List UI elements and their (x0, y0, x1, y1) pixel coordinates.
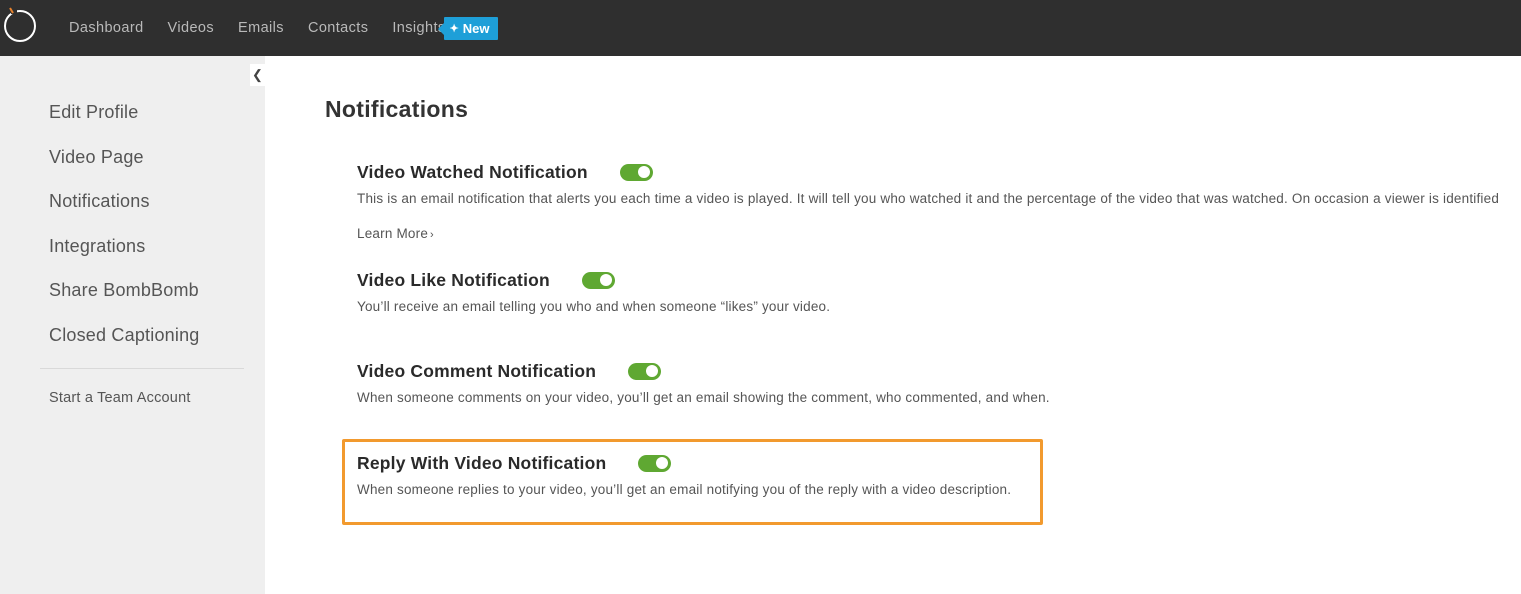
notification-title: Video Watched Notification (357, 161, 588, 182)
collapse-sidebar-button[interactable]: ❮ (250, 64, 265, 86)
notification-video-comment: Video Comment Notification When someone … (357, 358, 1050, 406)
toggle-knob (637, 166, 650, 178)
notification-video-like: Video Like Notification You’ll receive a… (357, 267, 831, 315)
sidebar-item-video-page[interactable]: Video Page (49, 145, 200, 190)
chevron-left-icon: ❮ (252, 67, 263, 82)
start-team-account-link[interactable]: Start a Team Account (49, 390, 191, 406)
nav-videos[interactable]: Videos (168, 20, 214, 36)
sidebar-item-closed-captioning[interactable]: Closed Captioning (49, 323, 200, 368)
top-navbar: Dashboard Videos Emails Contacts Insight… (0, 0, 1521, 56)
notification-title: Reply With Video Notification (357, 452, 607, 473)
notification-title: Video Like Notification (357, 269, 550, 290)
new-badge[interactable]: ✦ New (437, 16, 498, 40)
chevron-right-icon: › (430, 229, 434, 241)
sparkle-icon: ✦ (449, 22, 459, 35)
notification-title: Video Comment Notification (357, 360, 597, 381)
notification-description: When someone replies to your video, you’… (357, 482, 1012, 497)
video-watched-toggle[interactable] (619, 163, 653, 181)
notification-description: When someone comments on your video, you… (357, 390, 1050, 405)
toggle-knob (646, 365, 659, 377)
sidebar-item-edit-profile[interactable]: Edit Profile (49, 100, 200, 145)
notification-reply-with-video: Reply With Video Notification When someo… (357, 450, 1012, 498)
page-title: Notifications (325, 96, 469, 122)
sidebar-menu: Edit Profile Video Page Notifications In… (49, 100, 200, 367)
video-comment-toggle[interactable] (628, 362, 662, 380)
toggle-knob (656, 457, 669, 469)
reply-with-video-toggle[interactable] (638, 454, 672, 472)
sidebar-item-notifications[interactable]: Notifications (49, 189, 200, 234)
sidebar-item-integrations[interactable]: Integrations (49, 234, 200, 279)
main-nav: Dashboard Videos Emails Contacts Insight… (69, 0, 498, 56)
sidebar-divider (40, 368, 244, 369)
nav-emails[interactable]: Emails (238, 20, 284, 36)
learn-more-link[interactable]: Learn More › (357, 226, 434, 241)
notification-description: This is an email notification that alert… (357, 191, 1500, 206)
sidebar-item-share-bombbomb[interactable]: Share BombBomb (49, 278, 200, 323)
notification-video-watched: Video Watched Notification This is an em… (357, 159, 1499, 243)
video-like-toggle[interactable] (581, 271, 615, 289)
new-badge-label: New (462, 20, 490, 36)
nav-dashboard[interactable]: Dashboard (69, 20, 144, 36)
notification-description: You’ll receive an email telling you who … (357, 299, 831, 314)
bombbomb-logo-icon[interactable] (2, 5, 38, 43)
learn-more-label: Learn More (357, 226, 429, 241)
nav-contacts[interactable]: Contacts (308, 20, 368, 36)
toggle-knob (599, 274, 612, 286)
